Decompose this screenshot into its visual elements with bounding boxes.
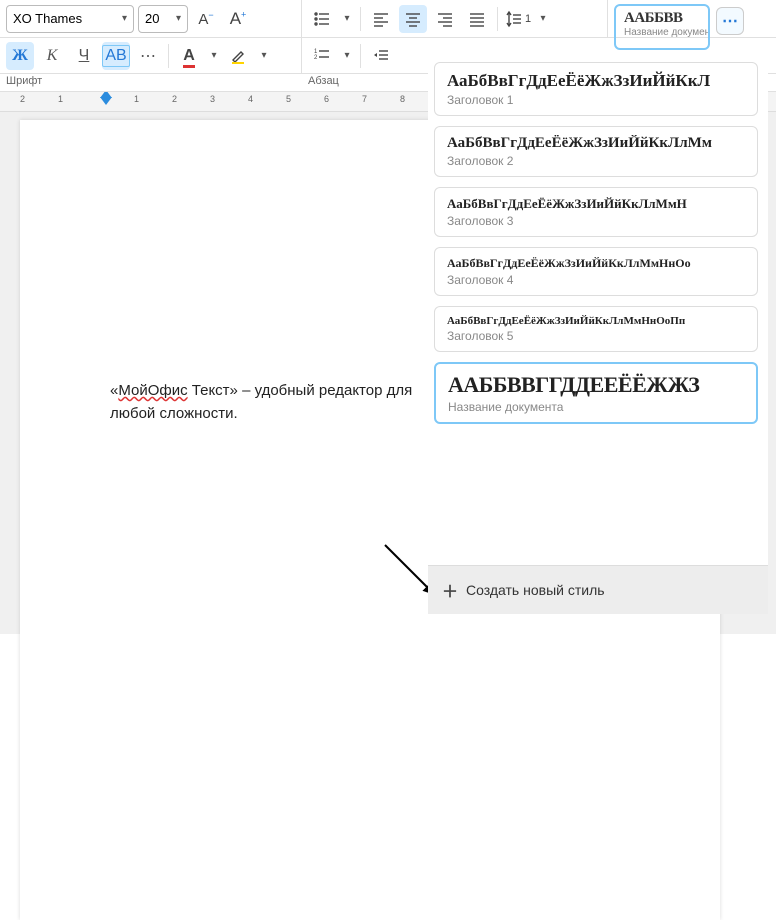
toolbar-row-1: XO Thames ▾ 20 ▾ A− A+ ▾ 1 ▾ ААББВВ Назв… <box>0 0 776 38</box>
ruler-number: 6 <box>324 94 329 104</box>
separator <box>360 7 361 31</box>
chevron-down-icon[interactable]: ▾ <box>257 50 271 61</box>
separator <box>360 44 361 68</box>
style-card[interactable]: АаБбВвГгДдЕеЁёЖжЗзИиЙйКкЛлМмН Заголовок 3 <box>434 187 758 237</box>
italic-button[interactable]: К <box>38 42 66 70</box>
highlight-button[interactable] <box>225 42 253 70</box>
style-card[interactable]: АаБбВвГгДдЕеЁёЖжЗзИиЙйКкЛлМм Заголовок 2 <box>434 126 758 177</box>
styles-panel: АаБбВвГгДдЕеЁёЖжЗзИиЙйКкЛЗаголовок 1АаБб… <box>428 56 768 614</box>
paragraph-group-row2: 12 ▾ <box>302 38 412 73</box>
align-center-button[interactable] <box>399 5 427 33</box>
style-card[interactable]: ААББВВГГДДЕЕЁЁЖЖЗ Название документа <box>434 362 758 424</box>
style-name: Заголовок 4 <box>447 273 745 287</box>
line-spacing-button[interactable]: 1 <box>504 5 532 33</box>
underline-button[interactable]: Ч <box>70 42 98 70</box>
more-options-button[interactable]: ⋯ <box>716 7 744 35</box>
strikethrough-button[interactable]: АВ <box>102 42 130 70</box>
style-name: Заголовок 2 <box>447 154 745 168</box>
create-new-style-button[interactable]: ＋ Создать новый стиль <box>428 565 768 614</box>
font-size-value: 20 <box>145 11 159 26</box>
bulleted-list-button[interactable] <box>308 5 336 33</box>
font-group-label: Шрифт <box>0 74 302 91</box>
style-name: Заголовок 1 <box>447 93 745 107</box>
chevron-down-icon[interactable]: ▾ <box>207 50 221 61</box>
font-family-value: XO Thames <box>13 11 82 26</box>
chevron-down-icon[interactable]: ▾ <box>536 13 550 24</box>
style-sample: АаБбВвГгДдЕеЁёЖжЗзИиЙйКкЛлМмНнОо <box>447 256 745 271</box>
decrease-font-button[interactable]: A− <box>192 5 220 33</box>
style-card[interactable]: АаБбВвГгДдЕеЁёЖжЗзИиЙйКкЛлМмНнОоПп Заголо… <box>434 306 758 352</box>
numbered-list-button[interactable]: 12 <box>308 42 336 70</box>
font-family-select[interactable]: XO Thames ▾ <box>6 5 134 33</box>
ruler-number: 3 <box>210 94 215 104</box>
chevron-down-icon: ▾ <box>170 13 181 24</box>
align-left-button[interactable] <box>367 5 395 33</box>
create-new-style-label: Создать новый стиль <box>466 582 605 598</box>
text: любой сложности. <box>110 405 238 422</box>
ruler-number: 5 <box>286 94 291 104</box>
ruler-number: 2 <box>20 94 25 104</box>
font-color-button[interactable]: A <box>175 42 203 70</box>
styles-list[interactable]: АаБбВвГгДдЕеЁёЖжЗзИиЙйКкЛЗаголовок 1АаБб… <box>428 56 768 565</box>
bold-button[interactable]: Ж <box>6 42 34 70</box>
ellipsis-icon: ⋯ <box>722 11 738 31</box>
plus-icon: ＋ <box>442 578 458 602</box>
text: Текст» – удобный редактор для <box>188 382 413 399</box>
ruler-number: 8 <box>400 94 405 104</box>
style-name: Заголовок 5 <box>447 329 745 343</box>
ruler-number: 1 <box>58 94 63 104</box>
style-sample: АаБбВвГгДдЕеЁёЖжЗзИиЙйКкЛлМмНнОоПп <box>447 315 745 327</box>
style-name: Заголовок 3 <box>447 214 745 228</box>
svg-text:2: 2 <box>314 55 318 61</box>
style-sample: АаБбВвГгДдЕеЁёЖжЗзИиЙйКкЛлМм <box>447 135 745 152</box>
font-format-group: Ж К Ч АВ ⋯ A ▾ ▾ <box>0 38 302 73</box>
misspelled-word[interactable]: МойОфис <box>118 382 187 399</box>
chevron-down-icon[interactable]: ▾ <box>340 50 354 61</box>
ruler-number: 1 <box>134 94 139 104</box>
chevron-down-icon: ▾ <box>116 13 127 24</box>
styles-group: ААББВВ Название документа ⋯ <box>608 0 776 37</box>
font-size-select[interactable]: 20 ▾ <box>138 5 188 33</box>
paragraph-group-label: Абзац <box>302 74 345 91</box>
style-card[interactable]: АаБбВвГгДдЕеЁёЖжЗзИиЙйКкЛ Заголовок 1 <box>434 62 758 116</box>
style-sample: ААББВВГГДДЕЕЁЁЖЖЗ <box>448 372 744 398</box>
indent-marker[interactable] <box>100 92 112 102</box>
current-style-preview[interactable]: ААББВВ Название документа <box>614 4 710 50</box>
style-preview-name: Название документа <box>624 27 700 38</box>
ruler-number: 4 <box>248 94 253 104</box>
style-name: Название документа <box>448 400 744 414</box>
align-right-button[interactable] <box>431 5 459 33</box>
align-justify-button[interactable] <box>463 5 491 33</box>
decrease-indent-button[interactable] <box>367 42 395 70</box>
style-sample: АаБбВвГгДдЕеЁёЖжЗзИиЙйКкЛлМмН <box>447 196 745 212</box>
font-group: XO Thames ▾ 20 ▾ A− A+ <box>0 0 302 37</box>
style-card[interactable]: АаБбВвГгДдЕеЁёЖжЗзИиЙйКкЛлМмНнОо Заголово… <box>434 247 758 296</box>
increase-font-button[interactable]: A+ <box>224 5 252 33</box>
style-sample: АаБбВвГгДдЕеЁёЖжЗзИиЙйКкЛ <box>447 71 745 91</box>
separator <box>497 7 498 31</box>
separator <box>168 44 169 68</box>
ruler-number: 7 <box>362 94 367 104</box>
ruler-number: 2 <box>172 94 177 104</box>
style-preview-sample: ААББВВ <box>624 10 700 27</box>
more-font-button[interactable]: ⋯ <box>134 42 162 70</box>
paragraph-group-row1: ▾ 1 ▾ <box>302 0 608 37</box>
chevron-down-icon[interactable]: ▾ <box>340 13 354 24</box>
